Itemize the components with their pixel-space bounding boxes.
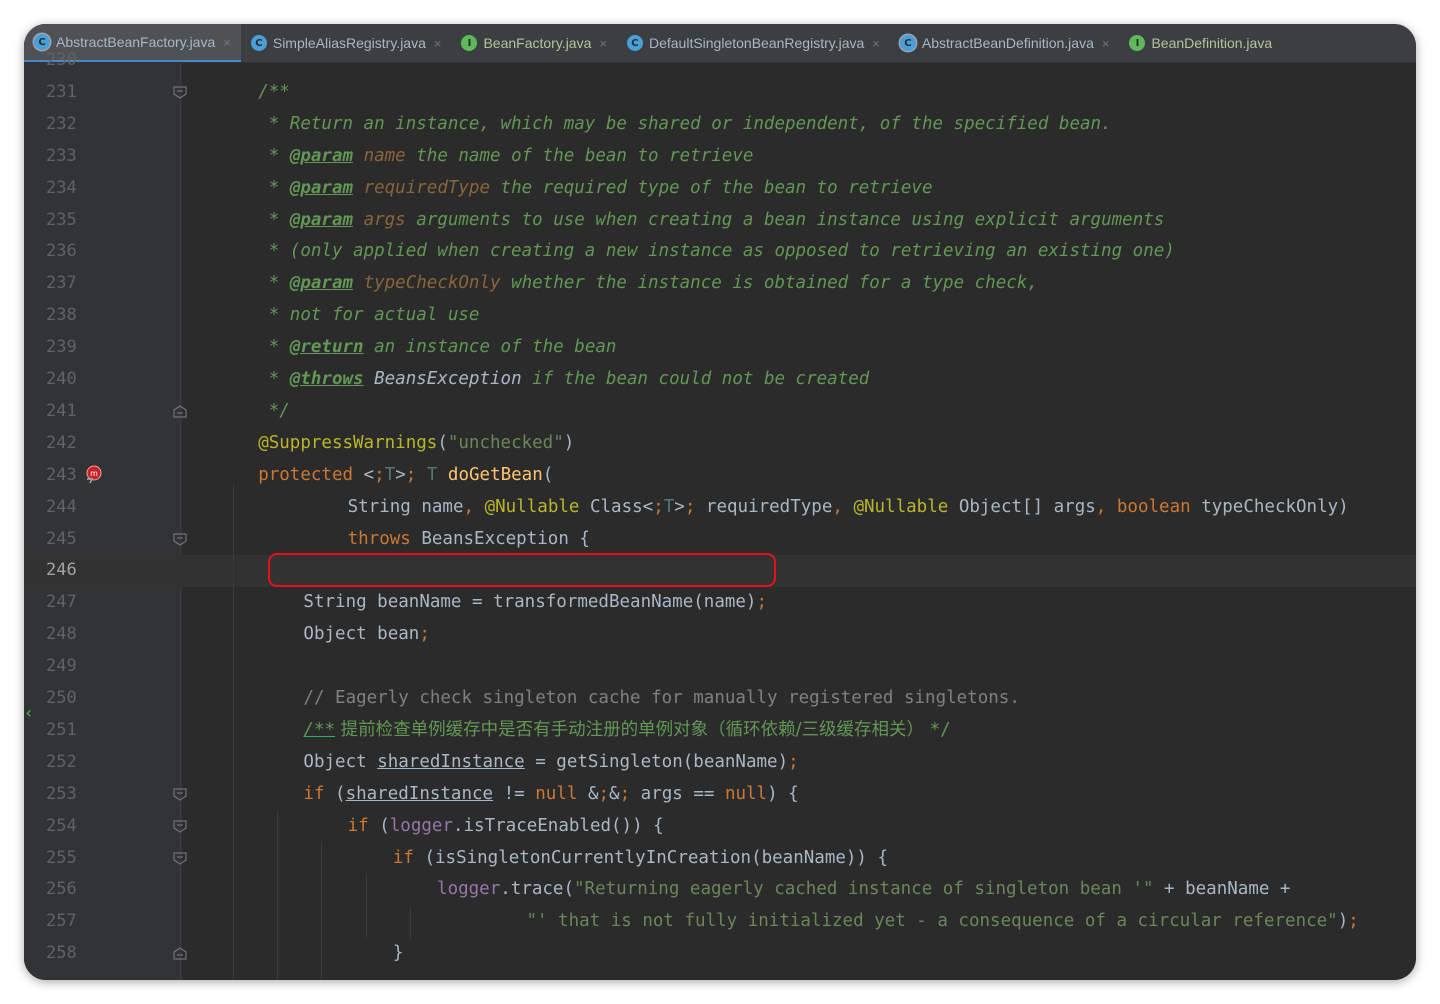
indent-guide xyxy=(277,810,278,980)
line-number: 258 xyxy=(46,943,77,964)
line-number: 246 xyxy=(46,560,77,581)
ide-window: C AbstractBeanFactory.java × C SimpleAli… xyxy=(24,24,1416,980)
line-number: 234 xyxy=(46,177,77,198)
override-marker-icon[interactable]: m xyxy=(84,465,104,485)
code-line[interactable]: 233 * @param name the name of the bean t… xyxy=(24,141,1416,173)
line-number: 230 xyxy=(46,50,77,70)
line-number: 255 xyxy=(46,847,77,868)
line-number: 249 xyxy=(46,656,77,677)
code-text: * @return an instance of the bean xyxy=(258,337,617,358)
code-text: logger.trace("Returning eagerly cached i… xyxy=(437,879,1291,900)
line-number: 256 xyxy=(46,879,77,900)
line-number: 250 xyxy=(46,688,77,708)
code-text: Object sharedInstance = getSingleton(bea… xyxy=(303,751,799,772)
code-text: * @param requiredType the required type … xyxy=(258,177,933,198)
indent-guide xyxy=(321,842,322,980)
line-number: 257 xyxy=(46,911,77,932)
fold-marker-icon[interactable] xyxy=(173,819,187,833)
code-text: * @param typeCheckOnly whether the insta… xyxy=(258,273,1038,294)
code-line[interactable]: 235 * @param args arguments to use when … xyxy=(24,205,1416,237)
code-text: * @param args arguments to use when crea… xyxy=(258,209,1165,230)
line-number: 251 xyxy=(46,719,77,740)
indent-guide xyxy=(366,874,367,939)
code-text: * Return an instance, which may be share… xyxy=(258,113,1112,134)
code-text: // Eagerly check singleton cache for man… xyxy=(303,688,1020,708)
line-number: 242 xyxy=(46,432,77,453)
code-line[interactable]: 236 * (only applied when creating a new … xyxy=(24,236,1416,268)
fold-marker-icon[interactable] xyxy=(173,947,187,960)
svg-text:m: m xyxy=(90,469,98,478)
line-number: 241 xyxy=(46,400,77,421)
code-text: /** 提前检查单例缓存中是否有手动注册的单例对象（循环依赖/三级缓存相关） *… xyxy=(303,719,951,740)
code-text: * (only applied when creating a new inst… xyxy=(258,241,1175,262)
fold-marker-icon[interactable] xyxy=(173,405,187,418)
line-number: 233 xyxy=(46,145,77,166)
line-number: 244 xyxy=(46,496,77,517)
code-editor[interactable]: ‹ 230231/**232 * Return an instance, whi… xyxy=(24,50,1416,980)
line-number: 231 xyxy=(46,81,77,102)
line-number: 239 xyxy=(46,337,77,358)
code-line[interactable]: 231 /** xyxy=(24,77,1416,109)
code-line[interactable]: 232 * Return an instance, which may be s… xyxy=(24,109,1416,141)
fold-marker-icon[interactable] xyxy=(173,788,187,801)
code-line[interactable]: 237 * @param typeCheckOnly whether the i… xyxy=(24,268,1416,300)
code-text: if (sharedInstance != null &;&; args == … xyxy=(303,783,799,804)
code-text: throws BeansException { xyxy=(347,528,590,549)
code-text: String beanName = transformedBeanName(na… xyxy=(303,592,768,613)
fold-marker-icon[interactable] xyxy=(173,851,187,865)
line-number: 245 xyxy=(46,528,77,549)
code-text: "' that is not fully initialized yet - a… xyxy=(526,911,1359,932)
code-text: */ xyxy=(258,400,290,421)
code-line[interactable]: 234 * @param requiredType the required t… xyxy=(24,173,1416,205)
line-number: 248 xyxy=(46,624,77,645)
line-number: 236 xyxy=(46,241,77,262)
code-line[interactable]: 239 * @return an instance of the bean xyxy=(24,332,1416,364)
code-line[interactable]: 238 * not for actual use xyxy=(24,300,1416,332)
line-number: 247 xyxy=(46,592,77,613)
line-number: 232 xyxy=(46,113,77,134)
code-text: protected <;T>; T doGetBean( xyxy=(258,464,554,485)
fold-marker-icon[interactable] xyxy=(173,86,187,99)
code-line[interactable]: 241 */ xyxy=(24,396,1416,428)
code-text: @SuppressWarnings("unchecked") xyxy=(258,432,575,453)
code-text: * not for actual use xyxy=(258,305,480,326)
indent-guide xyxy=(233,483,234,980)
line-number: 235 xyxy=(46,209,77,230)
code-text: if (logger.isTraceEnabled()) { xyxy=(347,815,664,836)
code-text: * @param name the name of the bean to re… xyxy=(258,145,754,166)
code-text: if (isSingletonCurrentlyInCreation(beanN… xyxy=(392,847,889,868)
indent-guide xyxy=(410,906,411,939)
code-text: Object bean; xyxy=(303,624,430,645)
line-number: 243 xyxy=(46,464,77,485)
line-number: 253 xyxy=(46,783,77,804)
code-text: /** xyxy=(258,81,290,102)
code-line[interactable]: 242 @SuppressWarnings("unchecked") xyxy=(24,428,1416,460)
line-number: 240 xyxy=(46,369,77,389)
code-text: } xyxy=(392,943,404,964)
code-line[interactable]: 230 xyxy=(24,45,1416,77)
line-number: 237 xyxy=(46,273,77,294)
line-number: 252 xyxy=(46,751,77,772)
line-number: 254 xyxy=(46,815,77,836)
line-number: 238 xyxy=(46,305,77,326)
code-text: String name, @Nullable Class<;T>; requir… xyxy=(347,496,1349,517)
highlight-annotation-box xyxy=(268,553,776,587)
code-line[interactable]: 240 * @throws BeansException if the bean… xyxy=(24,364,1416,396)
code-text: * @throws BeansException if the bean cou… xyxy=(258,369,870,389)
fold-marker-icon[interactable] xyxy=(173,532,187,546)
